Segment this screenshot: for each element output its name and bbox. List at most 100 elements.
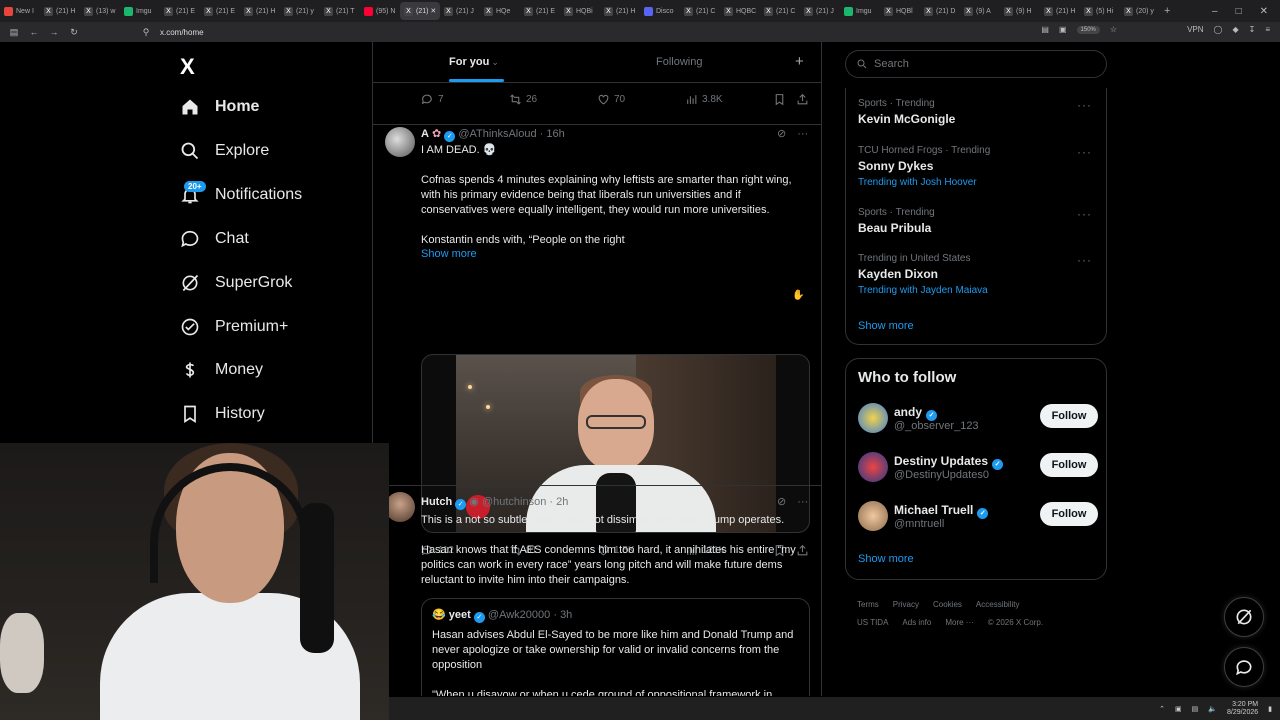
- add-tab-icon[interactable]: +: [795, 53, 804, 70]
- trend-item[interactable]: TCU Horned Frogs · Trending Sonny Dykes Tr…: [858, 145, 1098, 188]
- post[interactable]: Hutch ✓ ◉ @hutchinson · 2h ⊘ ··· This is…: [373, 485, 821, 696]
- footer-link[interactable]: More ···: [945, 618, 973, 627]
- footer-link[interactable]: Privacy: [893, 600, 919, 609]
- nav-item-explore[interactable]: Explore: [180, 136, 269, 166]
- browser-tab[interactable]: X HQBi: [560, 2, 600, 20]
- zoom-level[interactable]: 150%: [1076, 25, 1100, 34]
- browser-tab[interactable]: X (21) T: [320, 2, 360, 20]
- footer-link[interactable]: © 2026 X Corp.: [988, 618, 1043, 627]
- browser-tab[interactable]: Imgu: [120, 2, 160, 20]
- new-tab-icon[interactable]: +: [1160, 2, 1178, 20]
- clock[interactable]: 3:20 PM 8/29/2026: [1227, 701, 1258, 717]
- browser-tab[interactable]: X (21) C: [760, 2, 800, 20]
- author-name[interactable]: A: [421, 128, 429, 140]
- browser-tab[interactable]: X (21) H: [240, 2, 280, 20]
- show-more-link[interactable]: Show more: [421, 248, 477, 260]
- quote-author-name[interactable]: yeet: [449, 609, 471, 621]
- nav-item-money[interactable]: Money: [180, 355, 263, 385]
- more-icon[interactable]: ···: [1077, 98, 1092, 112]
- trend-item[interactable]: Sports · Trending Beau Pribula ···: [858, 207, 1098, 235]
- trend-with-link[interactable]: Jayden Maiava: [920, 285, 987, 296]
- browser-tab[interactable]: X HQBC: [720, 2, 760, 20]
- avatar[interactable]: [385, 492, 415, 522]
- more-icon[interactable]: ···: [1077, 145, 1092, 159]
- browser-tab[interactable]: Imgu: [840, 2, 880, 20]
- x-logo-icon[interactable]: X: [180, 54, 195, 80]
- avatar[interactable]: [858, 452, 888, 482]
- trend-item[interactable]: Sports · Trending Kevin McGonigle ···: [858, 98, 1098, 126]
- footer-link[interactable]: Cookies: [933, 600, 962, 609]
- more-icon[interactable]: ···: [797, 496, 808, 508]
- trend-with-link[interactable]: Josh Hoover: [920, 177, 976, 188]
- network-icon[interactable]: ▣: [1175, 705, 1182, 713]
- browser-tab[interactable]: X (21) H: [40, 2, 80, 20]
- browser-tab[interactable]: X (21) H: [600, 2, 640, 20]
- quoted-post[interactable]: 😂 yeet ✓ @Awk20000 · 3h Hasan advises Ab…: [421, 598, 810, 696]
- notification-icon[interactable]: ▮: [1268, 705, 1272, 713]
- profile-icon[interactable]: ◯: [1214, 25, 1223, 34]
- share-button[interactable]: [796, 93, 809, 106]
- post[interactable]: A ✿ ✓ @AThinksAloud · 16h ⊘ ··· I AM DEA…: [373, 124, 821, 556]
- browser-tab[interactable]: X HQe: [480, 2, 520, 20]
- reload-icon[interactable]: ↻: [68, 27, 80, 38]
- browser-tab[interactable]: X (21) D: [920, 2, 960, 20]
- browser-tab[interactable]: (95) N: [360, 2, 400, 20]
- nav-item-premium[interactable]: Premium+: [180, 312, 288, 342]
- messages-button[interactable]: [1224, 647, 1264, 687]
- sidebar-toggle-icon[interactable]: ▤: [8, 27, 20, 38]
- site-info-icon[interactable]: ⚲: [140, 27, 152, 38]
- footer-link[interactable]: Accessibility: [976, 600, 1020, 609]
- tab-following[interactable]: Following: [656, 56, 702, 68]
- reply-button[interactable]: 7: [421, 93, 444, 106]
- vpn-badge[interactable]: VPN: [1187, 25, 1203, 34]
- browser-tab[interactable]: X (21) E: [160, 2, 200, 20]
- browser-tab[interactable]: X (21) E: [520, 2, 560, 20]
- follow-suggestion[interactable]: andy ✓ @_observer_123 Follow: [858, 403, 1098, 437]
- trends-show-more-link[interactable]: Show more: [858, 320, 914, 332]
- browser-tab[interactable]: X (9) H: [1000, 2, 1040, 20]
- grok-button[interactable]: [1224, 597, 1264, 637]
- author-handle[interactable]: @hutchinson: [482, 496, 546, 508]
- browser-tab[interactable]: X (21) E: [200, 2, 240, 20]
- bookmark-button[interactable]: [773, 93, 786, 106]
- author-handle[interactable]: @AThinksAloud: [458, 128, 536, 140]
- follow-suggestion[interactable]: Destiny Updates ✓ @DestinyUpdates0 Follow: [858, 452, 1098, 486]
- grok-icon[interactable]: ⊘: [777, 128, 786, 140]
- footer-link[interactable]: Ads info: [902, 618, 931, 627]
- browser-tab[interactable]: Disco: [640, 2, 680, 20]
- extensions-icon[interactable]: ◆: [1232, 25, 1238, 34]
- author-name[interactable]: Hutch: [421, 496, 452, 508]
- trend-item[interactable]: Trending in United States Kayden Dixon Tre…: [858, 253, 1098, 296]
- browser-tab[interactable]: X (21) J: [800, 2, 840, 20]
- browser-tab[interactable]: X (20) y: [1120, 2, 1160, 20]
- menu-icon[interactable]: ≡: [1265, 25, 1270, 34]
- search-input[interactable]: Search: [845, 50, 1107, 78]
- grok-icon[interactable]: ⊘: [777, 496, 786, 508]
- follow-show-more-link[interactable]: Show more: [858, 553, 914, 565]
- browser-tab[interactable]: X (13) w: [80, 2, 120, 20]
- footer-link[interactable]: US TIDA: [857, 618, 888, 627]
- like-button[interactable]: 70: [597, 93, 625, 106]
- browser-tab[interactable]: X (21) J: [440, 2, 480, 20]
- repost-button[interactable]: 26: [509, 93, 537, 106]
- follow-button[interactable]: Follow: [1040, 502, 1098, 526]
- follow-name[interactable]: Michael Truell ✓: [894, 503, 989, 519]
- browser-tab[interactable]: X (21) C: [680, 2, 720, 20]
- tray-chevron-icon[interactable]: ⌃: [1159, 705, 1165, 713]
- tab-for-you[interactable]: For you ⌄: [449, 56, 499, 68]
- follow-button[interactable]: Follow: [1040, 404, 1098, 428]
- minimize-icon[interactable]: –: [1212, 6, 1218, 17]
- browser-tab[interactable]: X (5) Hi: [1080, 2, 1120, 20]
- avatar[interactable]: [385, 127, 415, 157]
- avatar[interactable]: [858, 403, 888, 433]
- more-icon[interactable]: ···: [1077, 253, 1092, 267]
- nav-item-home[interactable]: Home: [180, 92, 259, 122]
- post-time[interactable]: 16h: [546, 128, 564, 140]
- nav-item-chat[interactable]: Chat: [180, 224, 249, 254]
- follow-name[interactable]: Destiny Updates ✓: [894, 454, 1004, 470]
- display-icon[interactable]: ▤: [1192, 705, 1199, 713]
- forward-icon[interactable]: →: [48, 27, 60, 37]
- quote-time[interactable]: 3h: [560, 609, 572, 621]
- nav-item-history[interactable]: History: [180, 399, 265, 429]
- footer-link[interactable]: Terms: [857, 600, 879, 609]
